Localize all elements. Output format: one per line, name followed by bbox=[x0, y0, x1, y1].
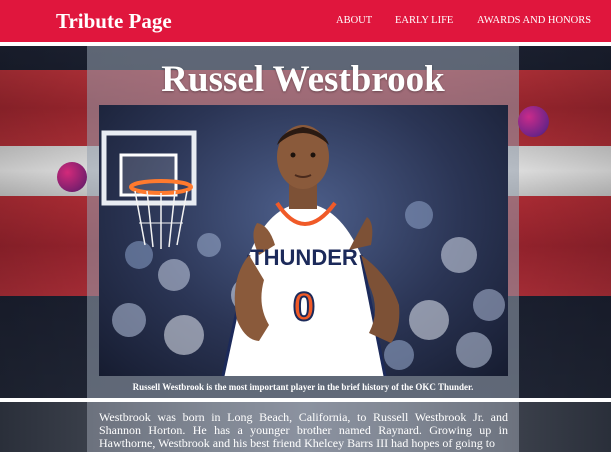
nav-link-awards-and-honors[interactable]: AWARDS AND HONORS bbox=[477, 15, 591, 26]
jersey-team-text: THUNDER bbox=[250, 245, 358, 270]
brand-title[interactable]: Tribute Page bbox=[56, 9, 172, 34]
page-title: Russel Westbrook bbox=[161, 59, 445, 100]
decorative-orb-right bbox=[518, 106, 549, 137]
nav-link-early-life[interactable]: EARLY LIFE bbox=[395, 15, 453, 26]
jersey-number-text: 0 bbox=[293, 285, 315, 329]
bio-section: Westbrook was born in Long Beach, Califo… bbox=[0, 402, 611, 452]
bio-paragraph: Westbrook was born in Long Beach, Califo… bbox=[99, 410, 508, 450]
hero-section: Russel Westbrook THUNDER 0 Russell Westb… bbox=[0, 46, 611, 398]
player-photo: THUNDER 0 bbox=[99, 105, 508, 376]
player-photo-illustration: THUNDER 0 bbox=[101, 125, 505, 376]
nav-link-about[interactable]: ABOUT bbox=[336, 15, 372, 26]
photo-caption: Russell Westbrook is the most important … bbox=[132, 382, 474, 392]
decorative-orb-left bbox=[57, 162, 87, 192]
navbar: Tribute Page ABOUT EARLY LIFE AWARDS AND… bbox=[0, 0, 611, 42]
